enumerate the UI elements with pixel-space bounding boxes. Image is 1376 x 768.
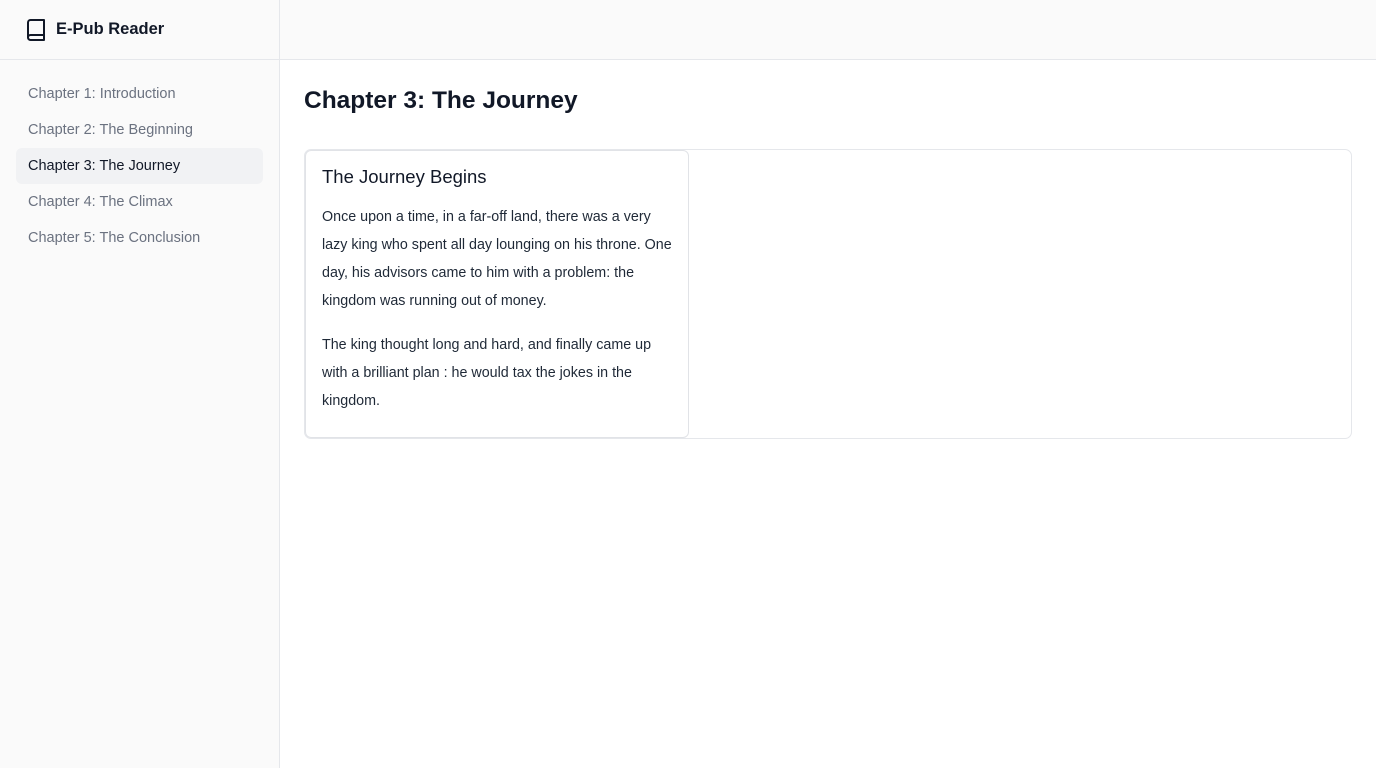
section-title: The Journey Begins — [322, 166, 487, 187]
book-icon — [26, 18, 46, 41]
page-title: Chapter 3: The Journey — [304, 87, 578, 114]
sidebar: E-Pub Reader Chapter 1: Introduction Cha… — [0, 0, 280, 768]
sidebar-item-label: Chapter 1: Introduction — [28, 86, 176, 102]
sidebar-item-label: Chapter 4: The Climax — [28, 194, 173, 210]
sidebar-item-label: Chapter 5: The Conclusion — [28, 230, 201, 246]
main-area: Chapter 3: The Journey The Journey Begin… — [280, 0, 1376, 768]
sidebar-item-chapter-4[interactable]: Chapter 4: The Climax — [16, 184, 263, 220]
top-bar — [280, 0, 1376, 60]
sidebar-item-chapter-1[interactable]: Chapter 1: Introduction — [16, 76, 263, 112]
sidebar-item-chapter-2[interactable]: Chapter 2: The Beginning — [16, 112, 263, 148]
app-root: E-Pub Reader Chapter 1: Introduction Cha… — [0, 0, 1376, 768]
paragraph: The king thought long and hard, and fina… — [322, 337, 652, 409]
app-title: E-Pub Reader — [56, 20, 165, 38]
chapter-nav: Chapter 1: Introduction Chapter 2: The B… — [0, 60, 279, 256]
book-page: The Journey Begins Once upon a time, in … — [305, 150, 689, 438]
sidebar-item-chapter-3[interactable]: Chapter 3: The Journey — [16, 148, 263, 184]
paragraph: Once upon a time, in a far-off land, the… — [322, 209, 672, 309]
sidebar-item-chapter-5[interactable]: Chapter 5: The Conclusion — [16, 220, 263, 256]
sidebar-item-label: Chapter 3: The Journey — [28, 158, 181, 174]
content-area: Chapter 3: The Journey The Journey Begin… — [280, 60, 1376, 439]
sidebar-header: E-Pub Reader — [0, 0, 279, 60]
reader-viewport[interactable]: The Journey Begins Once upon a time, in … — [304, 149, 1352, 439]
sidebar-item-label: Chapter 2: The Beginning — [28, 122, 193, 138]
